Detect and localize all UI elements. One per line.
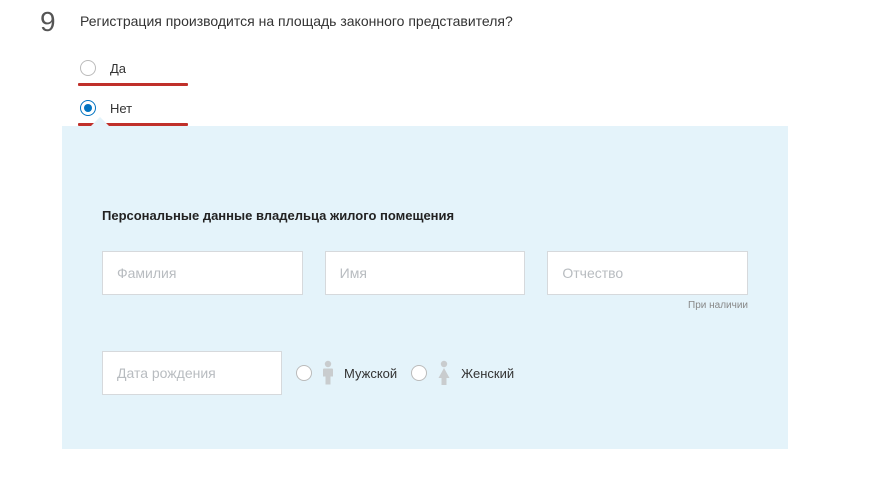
female-icon	[435, 360, 453, 386]
gender-option-male[interactable]: Мужской	[296, 360, 397, 386]
patronymic-input[interactable]	[547, 251, 748, 295]
panel-pointer-icon	[90, 117, 110, 127]
owner-panel-wrap: Персональные данные владельца жилого пом…	[62, 126, 788, 449]
radio-option-no[interactable]: Нет	[80, 100, 893, 116]
dob-gender-row: Мужской Женский	[102, 351, 748, 395]
question-row: 9 Регистрация производится на площадь за…	[0, 8, 893, 36]
radio-label-no: Нет	[110, 101, 132, 116]
question-text: Регистрация производится на площадь зако…	[80, 8, 513, 32]
lastname-group	[102, 251, 303, 295]
panel-title: Персональные данные владельца жилого пом…	[102, 208, 748, 223]
patronymic-hint: При наличии	[547, 300, 748, 311]
name-row: При наличии	[102, 251, 748, 311]
firstname-group	[325, 251, 526, 295]
radio-circle-icon	[296, 365, 312, 381]
question-number: 9	[40, 8, 80, 36]
radio-circle-icon	[411, 365, 427, 381]
annotation-underline	[78, 83, 188, 86]
form-step: 9 Регистрация производится на площадь за…	[0, 0, 893, 501]
gender-label-female: Женский	[461, 366, 514, 381]
firstname-input[interactable]	[325, 251, 526, 295]
gender-option-female[interactable]: Женский	[411, 360, 514, 386]
radio-label-yes: Да	[110, 61, 126, 76]
dob-input[interactable]	[102, 351, 282, 395]
radio-group-legal-rep: Да Нет	[0, 60, 893, 116]
gender-label-male: Мужской	[344, 366, 397, 381]
male-icon	[320, 360, 336, 386]
radio-circle-icon	[80, 100, 96, 116]
patronymic-group: При наличии	[547, 251, 748, 311]
owner-panel: Персональные данные владельца жилого пом…	[62, 126, 788, 449]
radio-option-yes[interactable]: Да	[80, 60, 893, 76]
lastname-input[interactable]	[102, 251, 303, 295]
radio-circle-icon	[80, 60, 96, 76]
